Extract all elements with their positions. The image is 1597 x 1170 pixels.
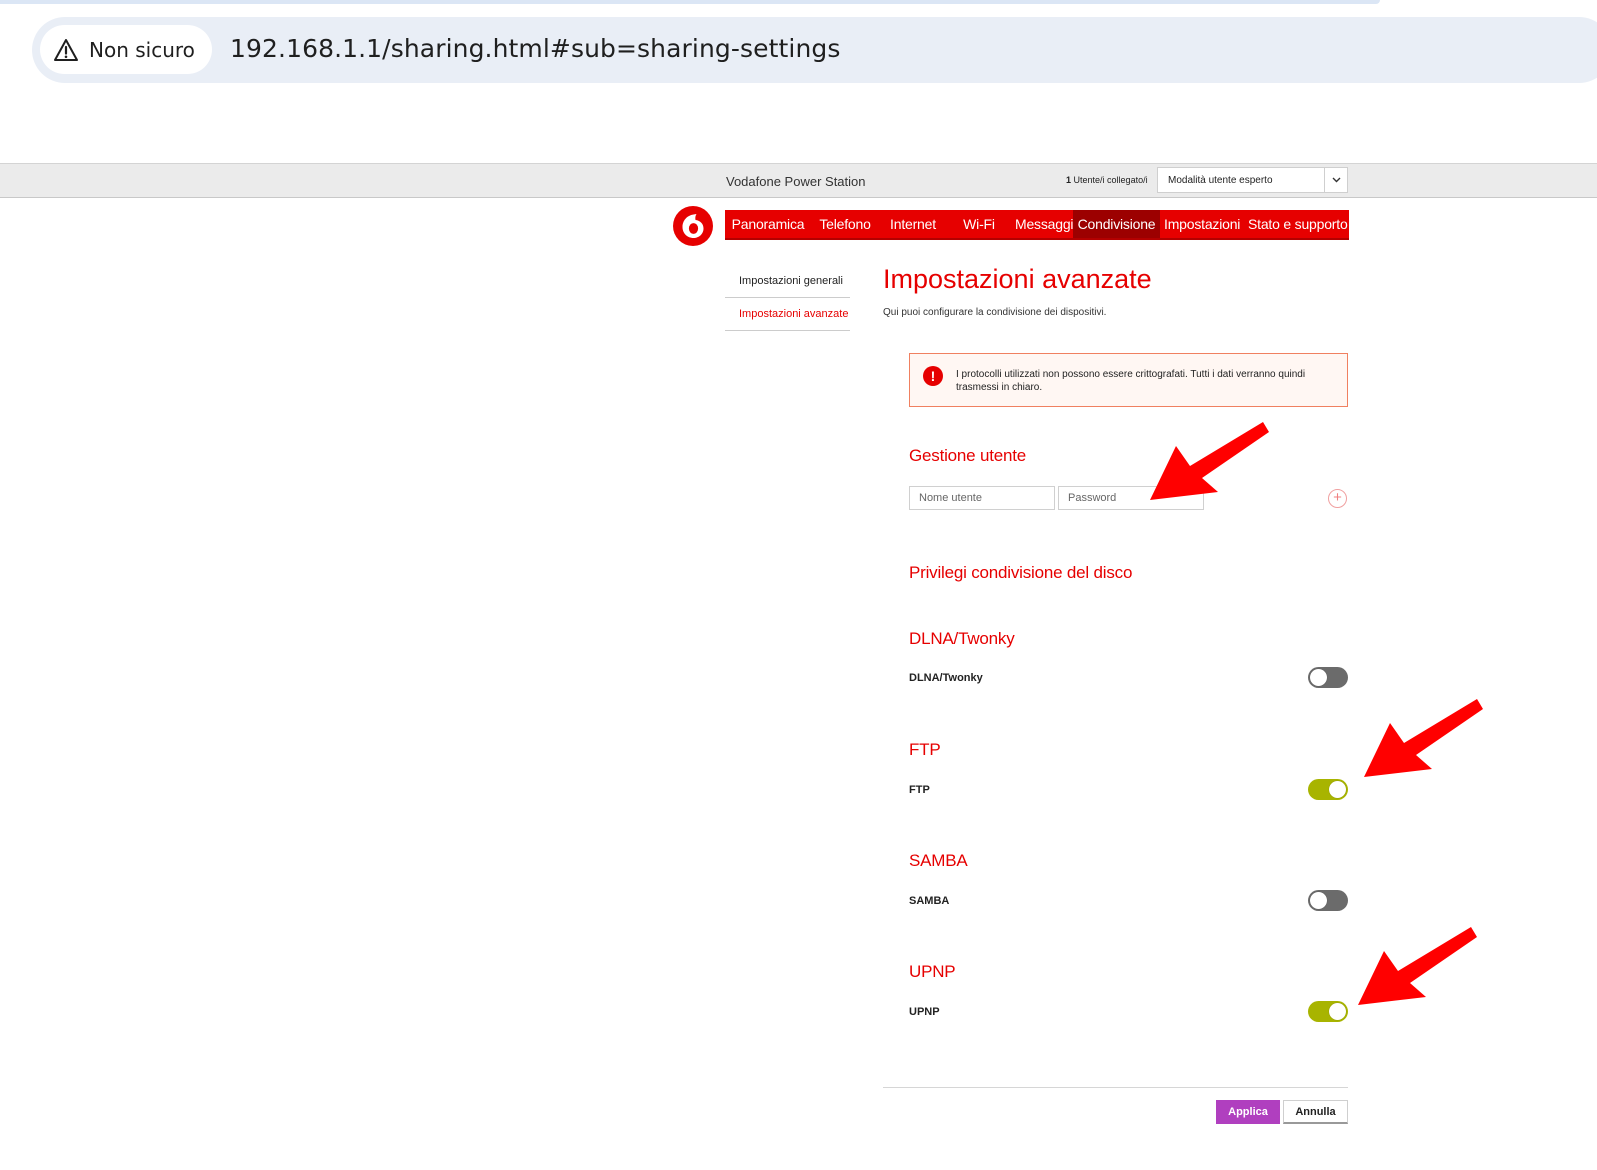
dlna-label: DLNA/Twonky (909, 672, 983, 684)
nav-item-condivisione[interactable]: Condivisione (1073, 210, 1160, 238)
disk-privileges-title: Privilegi condivisione del disco (909, 563, 1133, 582)
sidebar-item-impostazioni-generali[interactable]: Impostazioni generali (725, 265, 850, 298)
users-connected: 1 Utente/i collegato/i (1066, 175, 1148, 185)
security-label: Non sicuro (89, 37, 195, 62)
alert-exclamation-icon: ! (923, 366, 943, 386)
nav-item-messaggi[interactable]: Messaggi (1011, 210, 1074, 238)
nav-item-stato-supporto[interactable]: Stato e supporto (1244, 210, 1349, 238)
footer-divider (883, 1087, 1348, 1088)
dlna-section-title: DLNA/Twonky (909, 629, 1015, 648)
nav-item-telefono[interactable]: Telefono (811, 210, 879, 238)
username-input[interactable] (909, 486, 1055, 510)
red-annotation-arrow (1364, 699, 1483, 777)
add-user-button[interactable]: + (1328, 489, 1347, 508)
warning-triangle-icon (54, 38, 78, 61)
chevron-down-icon (1332, 177, 1340, 183)
ftp-section-title: FTP (909, 740, 941, 759)
users-label: Utente/i collegato/i (1073, 175, 1148, 185)
toggle-knob (1329, 1003, 1346, 1020)
mode-select-value: Modalità utente esperto (1168, 175, 1273, 186)
url-text[interactable]: 192.168.1.1/sharing.html#sub=sharing-set… (230, 34, 841, 63)
sidebar-item-impostazioni-avanzate[interactable]: Impostazioni avanzate (725, 298, 850, 331)
nav-item-impostazioni[interactable]: Impostazioni (1160, 210, 1244, 238)
upnp-section-title: UPNP (909, 962, 956, 981)
mode-select-toggle[interactable] (1324, 168, 1347, 192)
user-management-title: Gestione utente (909, 446, 1027, 465)
security-indicator[interactable]: Non sicuro (40, 25, 212, 74)
cancel-button[interactable]: Annulla (1283, 1100, 1348, 1124)
upnp-label: UPNP (909, 1006, 940, 1018)
mode-select[interactable]: Modalità utente esperto (1157, 167, 1348, 193)
toggle-knob (1310, 892, 1327, 909)
page-title: Impostazioni avanzate (883, 264, 1152, 294)
samba-section-title: SAMBA (909, 851, 968, 870)
nav-item-wifi[interactable]: Wi-Fi (947, 210, 1011, 238)
samba-label: SAMBA (909, 895, 950, 907)
dlna-toggle[interactable] (1308, 667, 1348, 688)
security-alert: ! I protocolli utilizzati non possono es… (909, 353, 1348, 407)
browser-tab-strip (0, 0, 1380, 4)
product-name: Vodafone Power Station (726, 174, 866, 189)
red-annotation-arrow (1358, 927, 1477, 1005)
red-annotation-arrow (1150, 422, 1269, 500)
toggle-knob (1329, 781, 1346, 798)
upnp-toggle[interactable] (1308, 1001, 1348, 1022)
vodafone-logo[interactable] (672, 205, 714, 247)
samba-toggle[interactable] (1308, 890, 1348, 911)
nav-item-internet[interactable]: Internet (879, 210, 947, 238)
apply-button[interactable]: Applica (1216, 1100, 1280, 1124)
sidebar: Impostazioni generali Impostazioni avanz… (725, 265, 850, 331)
page-description: Qui puoi configurare la condivisione dei… (883, 307, 1107, 318)
main-nav: Panoramica Telefono Internet Wi-Fi Messa… (725, 210, 1349, 240)
nav-item-panoramica[interactable]: Panoramica (725, 210, 811, 238)
ftp-label: FTP (909, 784, 930, 796)
toggle-knob (1310, 669, 1327, 686)
ftp-toggle[interactable] (1308, 779, 1348, 800)
users-count: 1 (1066, 175, 1072, 185)
alert-text: I protocolli utilizzati non possono esse… (956, 369, 1306, 393)
